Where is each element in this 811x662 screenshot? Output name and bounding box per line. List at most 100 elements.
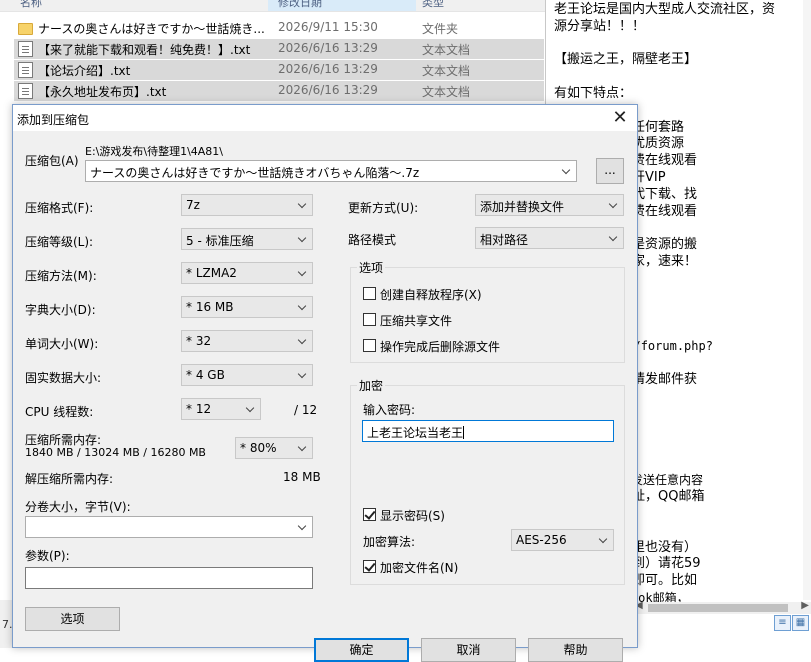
checkbox-box[interactable] [363,313,376,326]
column-header: 名称 修改日期 类型 [0,0,545,12]
ok-button[interactable]: 确定 [314,638,409,662]
add-to-archive-dialog: 添加到压缩包 ✕ 压缩包(A) E:\游戏发布\待整理1\4A81\ ナースの奥… [12,104,638,662]
method-label: 压缩方法(M): [25,269,97,283]
file-name: ナースの奥さんは好きですか～世話焼き... [38,22,265,36]
file-date: 2026/6/16 13:29 [278,62,378,76]
text-line: 【搬运之王，隔壁老王】 [554,52,698,68]
memory-value: 1840 MB / 13024 MB / 16280 MB [25,446,206,459]
archive-name-input[interactable]: ナースの奥さんは好きですか～世話焼きオバちゃん陥落～.7z [85,160,577,182]
encryption-method-label: 加密算法: [363,535,416,549]
chevron-down-icon [298,200,307,209]
cancel-button[interactable]: 取消 [421,638,516,662]
text-line: 源分享站！！！ [554,18,646,34]
file-type: 文本文档 [422,64,471,78]
text-file-icon [18,83,33,99]
view-mode-buttons: ≡ ▦ [774,614,811,634]
dictionary-label: 字典大小(D): [25,303,96,317]
options-button[interactable]: 选项 [25,607,120,631]
level-select[interactable]: 5 - 标准压缩 [181,228,313,250]
format-value: 7z [186,198,200,212]
password-input[interactable]: 上老王论坛当老王 [362,420,614,442]
encryption-method-select[interactable]: AES-256 [511,529,614,551]
memory-percent-select[interactable]: * 80% [235,437,313,459]
shared-files-label: 压缩共享文件 [380,314,453,328]
level-value: 5 - 标准压缩 [186,234,254,248]
chevron-down-icon [246,404,255,413]
update-mode-label: 更新方式(U): [348,201,419,215]
details-view-icon[interactable]: ≡ [774,615,791,631]
browse-button[interactable]: ... [596,158,624,184]
chevron-down-icon[interactable] [298,522,307,531]
chevron-down-icon [298,443,307,452]
format-select[interactable]: 7z [181,194,313,216]
chevron-down-icon [298,370,307,379]
parameters-input[interactable] [25,567,313,589]
scroll-thumb[interactable] [648,604,788,612]
parameters-label: 参数(P): [25,549,70,563]
update-mode-select[interactable]: 添加并替换文件 [475,194,624,216]
name-column-header[interactable]: 名称 [20,0,42,10]
text-caret [463,426,465,439]
dictionary-value: * 16 MB [186,300,234,314]
file-type: 文本文档 [422,85,471,99]
solid-block-value: * 4 GB [186,368,225,382]
file-row-txt[interactable]: 【来了就能下载和观看！纯免费！】.txt 2026/6/16 13:29 文本文… [14,39,544,59]
archive-name-value: ナースの奥さんは好きですか～世話焼きオバちゃん陥落～.7z [90,166,420,180]
show-password-label: 显示密码(S) [380,509,445,523]
archive-folder-path: E:\游戏发布\待整理1\4A81\ [85,145,223,158]
dictionary-select[interactable]: * 16 MB [181,296,313,318]
word-size-select[interactable]: * 32 [181,330,313,352]
password-text: 上老王论坛当老王 [367,426,464,440]
file-type: 文件夹 [422,22,459,36]
file-row-txt[interactable]: 【永久地址发布页】.txt 2026/6/16 13:29 文本文档 [14,81,544,101]
options-group: 选项 创建自释放程序(X) 压缩共享文件 操作完成后删除源文件 [350,259,625,363]
chevron-down-icon [599,535,608,544]
chevron-down-icon [298,234,307,243]
file-date: 2026/6/16 13:29 [278,41,378,55]
solid-block-label: 固实数据大小: [25,371,102,385]
checkbox-box[interactable] [363,287,376,300]
date-column-header[interactable]: 修改日期 [278,0,322,10]
vertical-scrollbar[interactable] [803,0,811,600]
checkbox-box[interactable] [363,560,376,573]
checkbox-box[interactable] [363,508,376,521]
horizontal-scrollbar[interactable]: ◀ ▶ [632,600,811,614]
archive-label: 压缩包(A) [25,154,79,168]
large-icons-view-icon[interactable]: ▦ [792,615,809,631]
volume-size-input[interactable] [25,516,313,538]
scroll-right-icon[interactable]: ▶ [801,600,809,611]
text-file-icon [18,62,33,78]
checkbox-box[interactable] [363,339,376,352]
chevron-down-icon [298,336,307,345]
cpu-threads-label: CPU 线程数: [25,405,94,419]
file-row-txt[interactable]: 【论坛介绍】.txt 2026/6/16 13:29 文本文档 [14,60,544,80]
method-select[interactable]: * LZMA2 [181,262,313,284]
decompress-memory-value: 18 MB [283,470,321,484]
cpu-threads-total: / 12 [294,403,318,417]
file-name: 【论坛介绍】.txt [38,64,131,78]
level-label: 压缩等级(L): [25,235,94,249]
update-mode-value: 添加并替换文件 [480,200,565,214]
help-button[interactable]: 帮助 [528,638,623,662]
create-sfx-label: 创建自释放程序(X) [380,288,482,302]
text-line: 老王论坛是国内大型成人交流社区，资 [554,2,776,17]
chevron-down-icon [298,302,307,311]
close-icon[interactable]: ✕ [609,108,631,128]
status-text: 7. [2,618,13,631]
format-label: 压缩格式(F): [25,201,94,215]
file-row-folder[interactable]: ナースの奥さんは好きですか～世話焼き... 2026/9/11 15:30 文件… [14,18,544,38]
chevron-down-icon [609,233,618,242]
folder-icon [18,23,33,35]
cpu-threads-select[interactable]: * 12 [181,398,261,420]
path-mode-select[interactable]: 相对路径 [475,227,624,249]
password-value: 上老王论坛当老王 [367,424,465,441]
solid-block-select[interactable]: * 4 GB [181,364,313,386]
password-label: 输入密码: [363,403,416,417]
path-mode-label: 路径模式 [348,233,397,247]
encryption-group: 加密 输入密码: 上老王论坛当老王 显示密码(S) 加密算法: AES-256 … [350,377,625,585]
type-column-header[interactable]: 类型 [422,0,444,10]
text-line: 有如下特点： [554,86,633,101]
chevron-down-icon[interactable] [562,166,571,175]
memory-percent-value: * 80% [240,441,277,455]
method-value: * LZMA2 [186,266,237,280]
